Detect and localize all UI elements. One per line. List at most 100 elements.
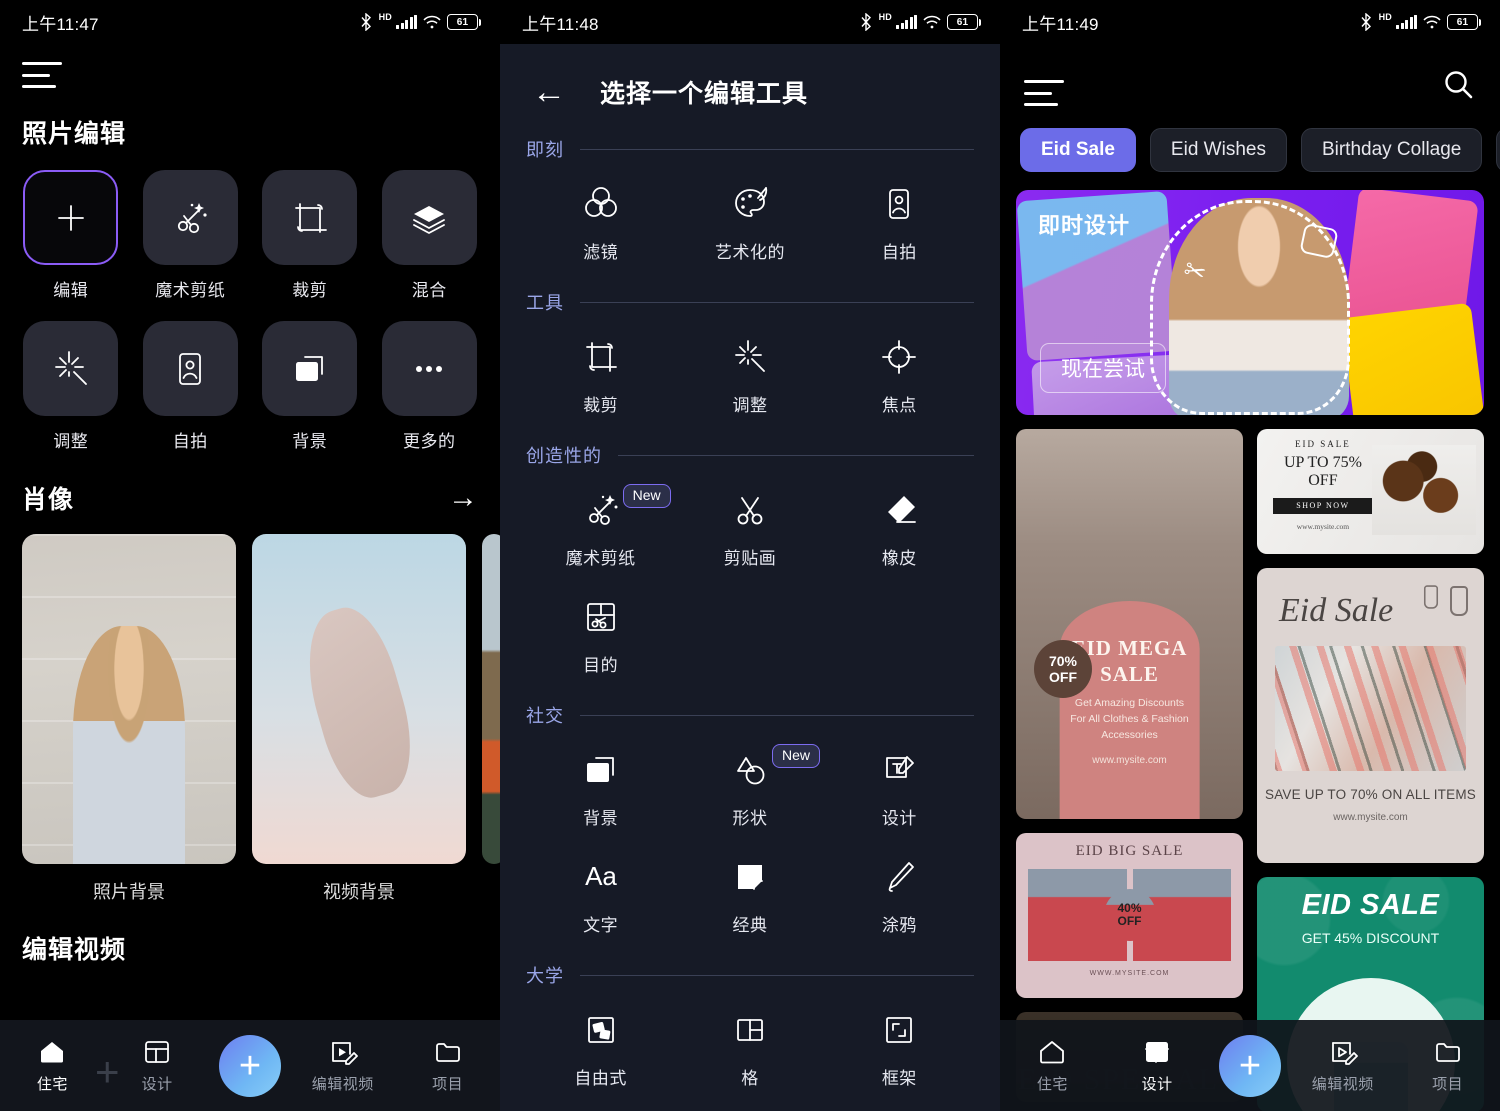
tool-classic-sticker[interactable]: 经典 [675,855,824,936]
video-edit-title: 编辑视频 [22,936,127,964]
card-title: EID BIG SALE [1075,843,1184,859]
discount-badge: 40% OFF [1103,889,1156,941]
tool-tile-magic-cutout[interactable]: 魔术剪纸 [142,170,240,301]
card-site: WWW.MYSITE.COM [1089,970,1170,977]
tool-purpose[interactable]: 目的 [526,595,675,676]
tool-label: 自拍 [172,432,208,451]
tool-clipart[interactable]: 剪贴画 [675,488,824,569]
shop-now-button[interactable]: SHOP NOW [1273,497,1373,514]
tool-adjust[interactable]: 调整 [675,335,824,416]
battery-icon: 61 [1447,14,1481,30]
badge-line-1: 70% [1048,652,1078,669]
tool-tile-crop[interactable]: 裁剪 [261,170,359,301]
template-card-up-to-75[interactable]: EID SALE UP TO 75% OFF SHOP NOW www.mysi… [1257,429,1484,554]
tab-pro[interactable]: Pro [1496,128,1500,172]
try-now-button[interactable]: 现在尝试 [1040,343,1166,393]
portrait-title: 肖像 [22,486,75,514]
signal-bars-icon [896,15,917,29]
portrait-card[interactable] [482,534,500,904]
template-card-eid-mega-sale[interactable]: 70% OFF EID MEGA SALE Get Amazing Discou… [1016,429,1243,819]
portrait-card[interactable]: 照片背景 [22,534,236,904]
tool-design[interactable]: 设计 [825,748,974,829]
edit-video-icon [1331,1042,1358,1065]
tool-eraser[interactable]: 橡皮 [825,488,974,569]
edit-video-icon [331,1042,358,1065]
tool-background[interactable]: 背景 [526,748,675,829]
hamburger-icon[interactable] [1024,80,1064,106]
tool-selfie[interactable]: 自拍 [825,182,974,263]
card-subtitle: SAVE UP TO 70% ON ALL ITEMS [1265,787,1476,802]
tool-artistic[interactable]: 艺术化的 [675,182,824,263]
search-icon[interactable] [1440,66,1476,102]
tool-text[interactable]: Aa 文字 [526,855,675,936]
tool-tile-selfie[interactable]: 自拍 [142,321,240,452]
background-icon [586,757,614,782]
tool-tile-background[interactable]: 背景 [261,321,359,452]
arrow-right-icon[interactable]: → [448,483,478,513]
tool-crop[interactable]: 裁剪 [526,335,675,416]
tool-group-collage: 大学 自由式 格 框架 [500,962,1000,1089]
tool-doodle[interactable]: 涂鸦 [825,855,974,936]
group-divider [618,454,974,456]
tool-label: 目的 [583,656,619,675]
portrait-card-row[interactable]: 照片背景 视频背景 [0,534,500,904]
nav-item-design[interactable]: 设计 [114,1037,200,1094]
add-fab-icon[interactable]: + [218,1034,281,1097]
nav-item-edit-video[interactable]: 编辑视频 [300,1037,386,1094]
nav-item-edit-video[interactable]: 编辑视频 [1300,1037,1386,1094]
panel-home: 上午11:47 HD 61 照片编辑 编辑 魔术剪纸 裁剪 混合 调整 自拍 背… [0,0,500,1111]
instant-design-banner[interactable]: ✂ 即时设计 现在尝试 [1016,190,1484,415]
tool-tile-more[interactable]: 更多的 [381,321,479,452]
page-title: 照片编辑 [22,120,127,148]
bluetooth-icon [359,13,373,31]
nav-item-projects[interactable]: 项目 [1405,1037,1491,1094]
tool-group-creative: 创造性的 New 魔术剪纸 剪贴画 橡皮 目的 [500,442,1000,676]
template-masonry-grid: 70% OFF EID MEGA SALE Get Amazing Discou… [1000,415,1500,1111]
tool-tile-edit[interactable]: 编辑 [22,170,120,301]
home-icon [41,1042,64,1063]
portrait-thumb [482,534,500,864]
hamburger-icon[interactable] [22,62,62,88]
photo-edit-tools-row-2: 调整 自拍 背景 更多的 [22,321,478,452]
tab-eid-sale[interactable]: Eid Sale [1020,128,1136,172]
tool-group-social: 社交 背景 New 形状 设计 Aa 文字 经典 涂鸦 [500,702,1000,936]
tool-focus[interactable]: 焦点 [825,335,974,416]
portrait-card[interactable]: 视频背景 [252,534,466,904]
tool-tile-blend[interactable]: 混合 [381,170,479,301]
crop-icon [262,170,358,265]
tool-filters[interactable]: 滤镜 [526,182,675,263]
tool-label: 形状 [732,809,768,828]
card-subtitle: Get Amazing Discounts For All Clothes & … [1070,697,1189,741]
tool-magic-cutout[interactable]: New 魔术剪纸 [526,484,675,569]
discount-badge: 70% OFF [1034,639,1092,698]
add-fab-icon[interactable]: + [1218,1034,1281,1097]
tool-label: 裁剪 [583,396,619,415]
bottom-nav-3: 住宅 设计 + 编辑视频 项目 [1000,1020,1500,1111]
tab-birthday-collage[interactable]: Birthday Collage [1300,128,1483,172]
template-card-eid-sale-cosmetics[interactable]: Eid Sale SAVE UP TO 70% ON ALL ITEMS www… [1257,568,1484,863]
artistic-palette-icon [735,187,768,217]
template-card-eid-big-sale[interactable]: EID BIG SALE 40% OFF WWW.MYSITE.COM [1016,833,1243,998]
wifi-icon [1423,15,1441,29]
eraser-icon [888,496,917,523]
svg-text:Aa: Aa [585,861,617,891]
tool-frame[interactable]: 框架 [825,1008,974,1089]
tool-label: 文字 [583,916,619,935]
card-title-line-2: SALE [1100,661,1159,686]
tool-freestyle[interactable]: 自由式 [526,1008,675,1089]
card-photos: 40% OFF [1028,869,1231,961]
tool-shapes[interactable]: New 形状 [675,744,824,829]
battery-level: 61 [1456,16,1469,28]
banner-card-yellow [1341,302,1484,415]
nav-item-design[interactable]: 设计 [1114,1037,1200,1094]
tool-label: 格 [741,1069,759,1088]
template-category-tabs[interactable]: Eid Sale Eid Wishes Birthday Collage Pro [1000,106,1500,172]
tool-tile-adjust[interactable]: 调整 [22,321,120,452]
nav-item-home[interactable]: 住宅 [9,1037,95,1094]
tool-grid[interactable]: 格 [675,1008,824,1089]
tab-eid-wishes[interactable]: Eid Wishes [1149,128,1287,172]
card-headline: UP TO 75% OFF [1283,454,1362,490]
nav-item-home[interactable]: 住宅 [1009,1037,1095,1094]
nav-item-projects[interactable]: 项目 [405,1037,491,1094]
back-arrow-icon[interactable]: ← [532,75,566,109]
